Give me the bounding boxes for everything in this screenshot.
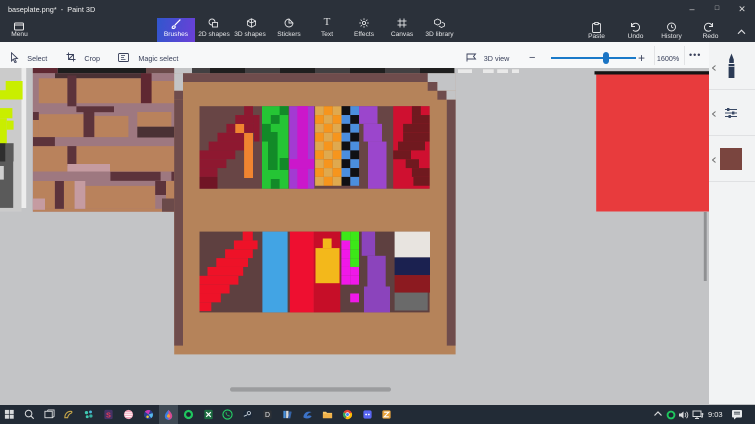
- svg-text:D: D: [265, 412, 270, 419]
- svg-text:S: S: [106, 410, 111, 419]
